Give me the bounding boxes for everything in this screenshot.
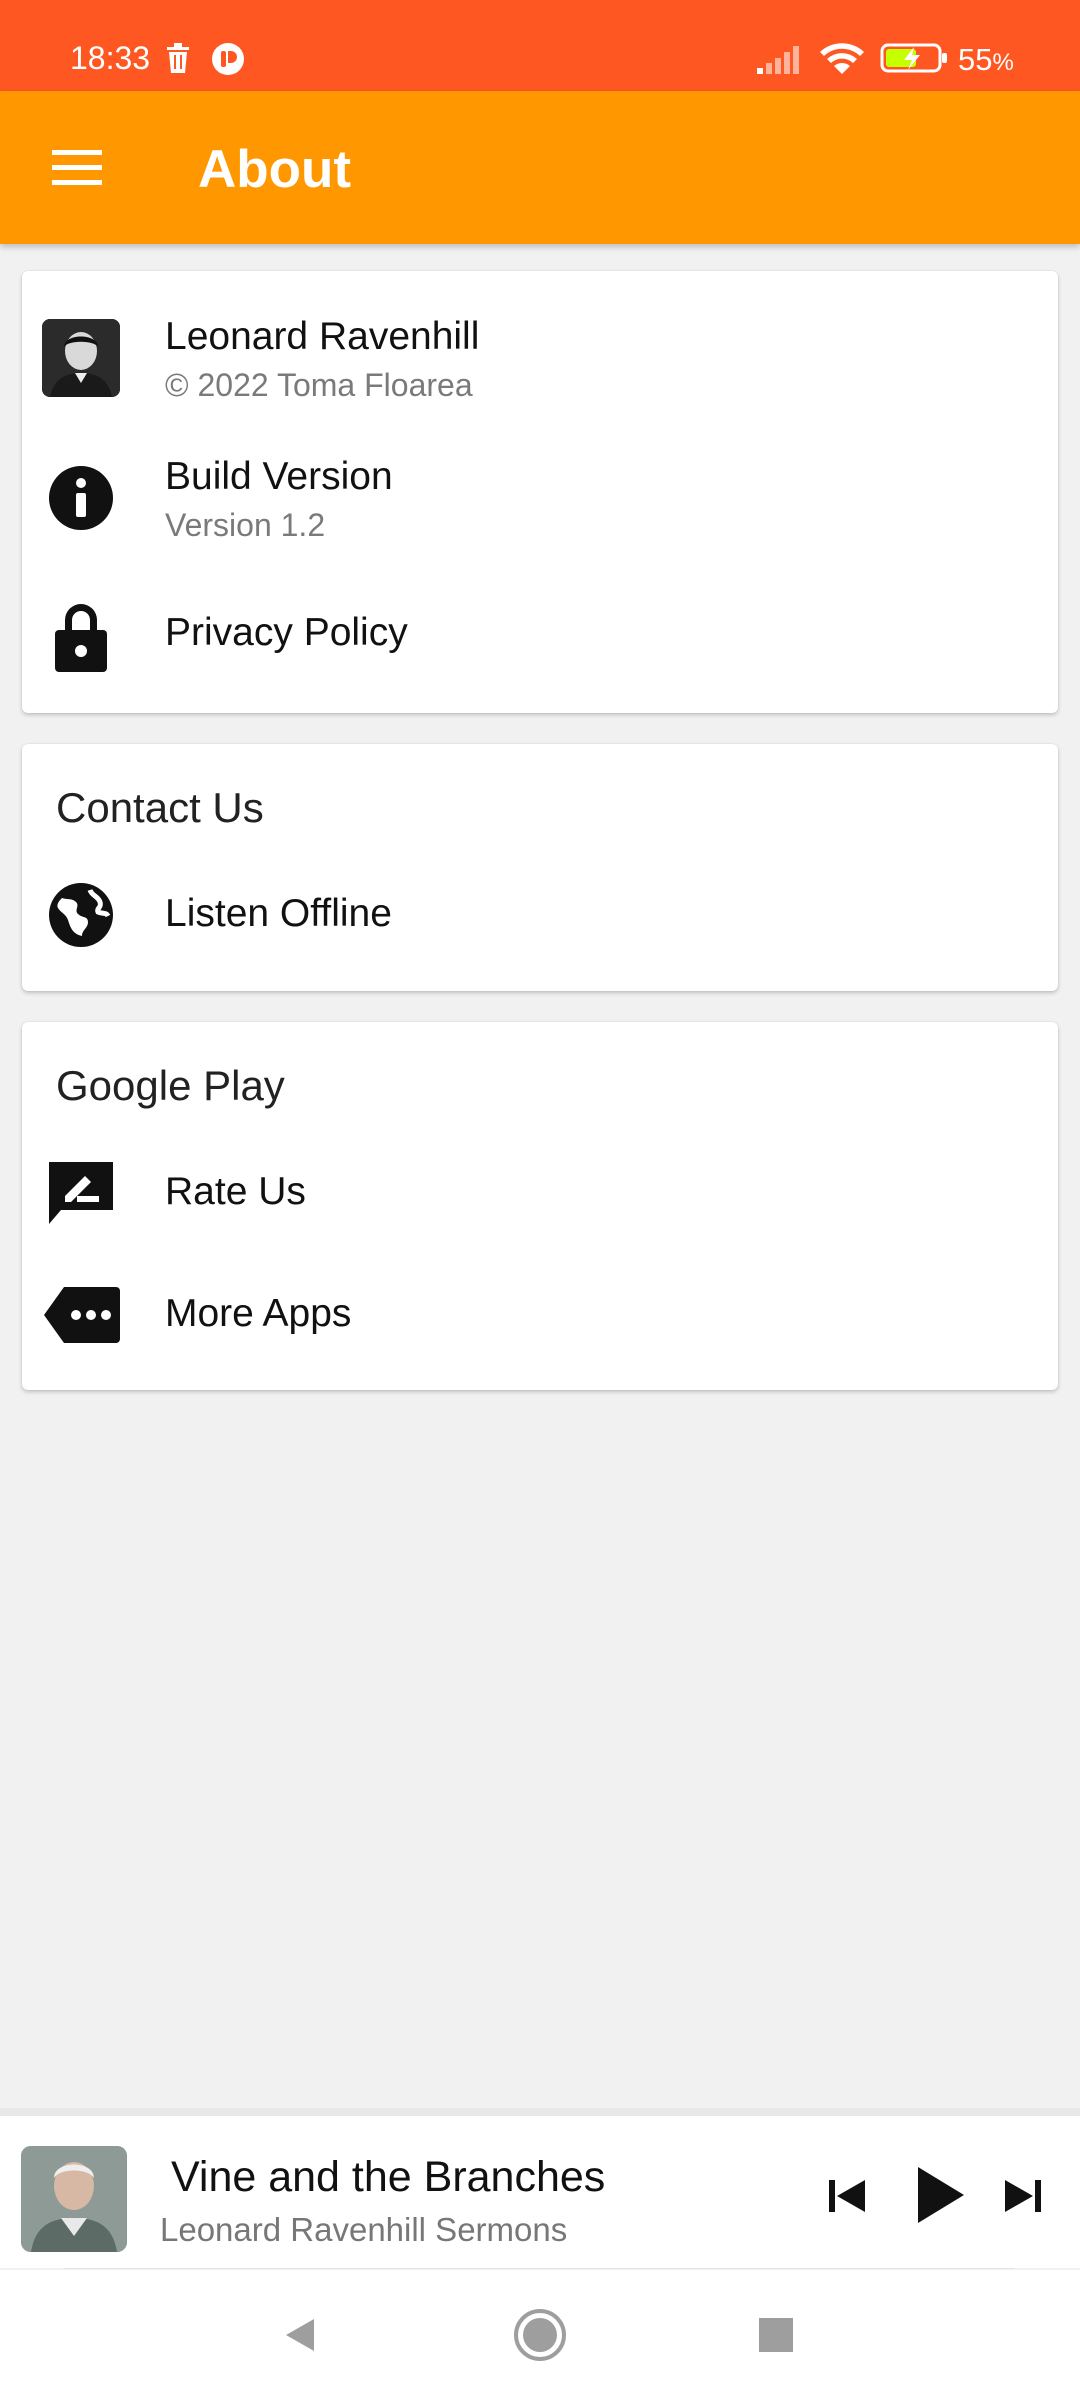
listen-offline-label: Listen Offline [165,892,392,935]
trash-notification-icon [165,43,191,78]
menu-button[interactable] [40,131,114,205]
player-divider [64,2268,1014,2269]
copyright-text: © 2022 Toma Floarea [165,367,473,403]
author-avatar [42,319,120,397]
google-play-card: Google Play Rate Us More Apps [22,1022,1058,1390]
back-triangle-icon [286,2319,314,2351]
now-playing-subtitle: Leonard Ravenhill Sermons [160,2211,568,2248]
build-version-row[interactable]: Build Version Version 1.2 [22,443,1058,555]
build-version-value: Version 1.2 [165,507,326,543]
home-circle-icon [514,2309,566,2361]
author-avatar-container [40,317,122,399]
info-icon [40,457,122,539]
next-button[interactable] [988,2156,1058,2236]
skip-previous-icon [829,2180,865,2212]
status-time: 18:33 [70,40,151,76]
signal-icon [757,44,807,79]
globe-icon [40,874,122,956]
rate-us-label: Rate Us [165,1170,306,1213]
app-notification-icon [211,42,245,81]
about-card: Leonard Ravenhill © 2022 Toma Floarea Bu… [22,271,1058,713]
google-play-header: Google Play [56,1062,285,1109]
page-title: About [198,140,352,199]
privacy-policy-label: Privacy Policy [165,611,408,654]
contact-card: Contact Us Listen Offline [22,744,1058,991]
skip-next-icon [1005,2180,1041,2212]
play-button[interactable] [900,2150,980,2240]
app-bar: About [0,91,1080,244]
rate-review-icon [40,1152,122,1234]
build-version-label: Build Version [165,455,393,498]
author-name: Leonard Ravenhill [165,315,480,358]
more-tag-icon [40,1274,122,1356]
listen-offline-row[interactable]: Listen Offline [22,864,1058,970]
now-playing-title: Vine and the Branches [171,2153,606,2201]
author-row[interactable]: Leonard Ravenhill © 2022 Toma Floarea [22,303,1058,413]
recents-square-icon [759,2318,793,2352]
battery-percent: 55% [958,42,1014,77]
wifi-icon [818,40,866,81]
system-navigation-bar [0,2270,1080,2400]
battery-charging-icon [880,42,950,79]
more-apps-label: More Apps [165,1292,352,1335]
hamburger-menu-icon [52,150,102,185]
nav-recents-button[interactable] [716,2270,836,2400]
play-icon [918,2167,964,2223]
contact-us-header: Contact Us [56,784,264,831]
now-playing-thumbnail [21,2146,127,2252]
privacy-policy-row[interactable]: Privacy Policy [22,581,1058,699]
more-apps-row[interactable]: More Apps [22,1264,1058,1370]
nav-back-button[interactable] [240,2270,360,2400]
rate-us-row[interactable]: Rate Us [22,1142,1058,1248]
mini-player[interactable]: Vine and the Branches Leonard Ravenhill … [0,2108,1080,2268]
status-bar: 18:33 55% [0,0,1080,91]
nav-home-button[interactable] [480,2270,600,2400]
previous-button[interactable] [812,2156,882,2236]
lock-icon [40,595,122,677]
